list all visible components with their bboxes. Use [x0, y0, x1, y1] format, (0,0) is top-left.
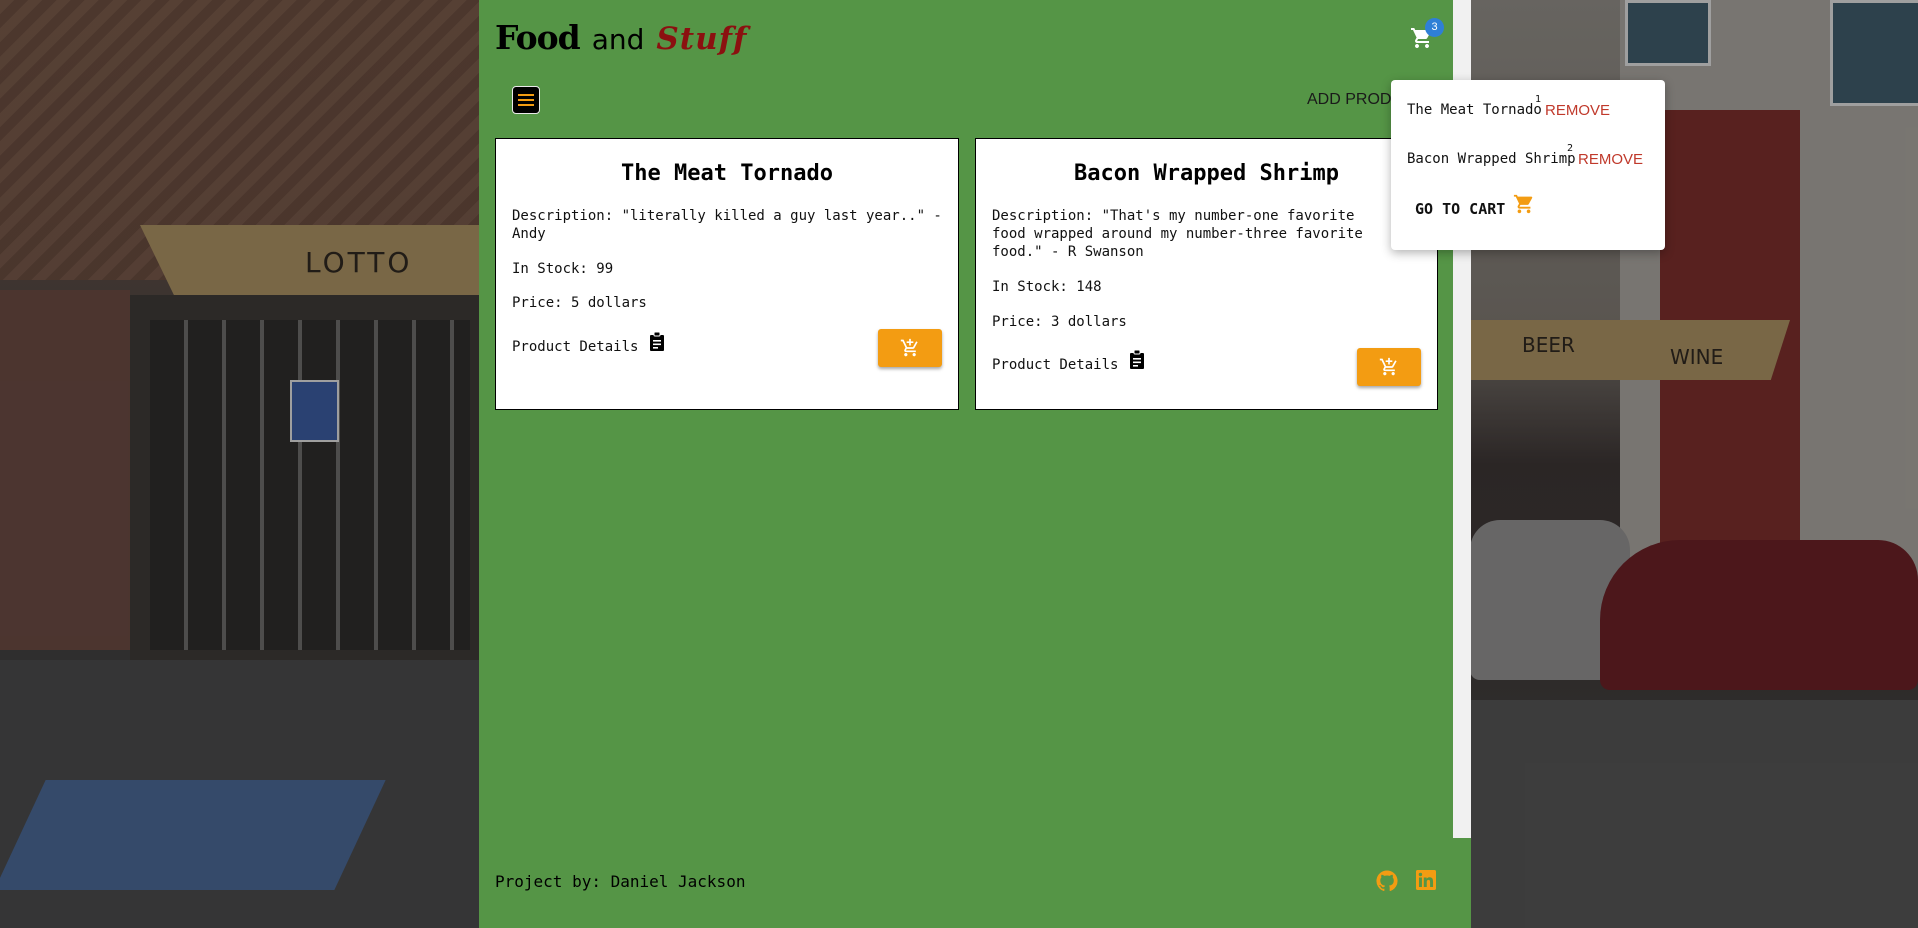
- product-details-link[interactable]: Product Details: [992, 347, 1146, 373]
- remove-item-button[interactable]: REMOVE: [1545, 102, 1610, 119]
- footer-credit: Project by: Daniel Jackson: [495, 872, 746, 891]
- product-card: Bacon Wrapped Shrimp Description: "That'…: [975, 138, 1438, 410]
- add-to-cart-button[interactable]: [1357, 348, 1421, 386]
- product-title: Bacon Wrapped Shrimp: [1074, 161, 1339, 186]
- clipboard-icon: [650, 332, 665, 351]
- logo-and: and: [591, 23, 645, 56]
- product-title: The Meat Tornado: [621, 161, 833, 186]
- remove-item-button[interactable]: REMOVE: [1578, 151, 1643, 168]
- add-to-cart-button[interactable]: [878, 329, 942, 367]
- cart-item-name: Bacon Wrapped Shrimp: [1407, 151, 1576, 167]
- site-logo[interactable]: Food and Stuff: [495, 18, 747, 58]
- product-price: Price: 3 dollars: [992, 314, 1127, 330]
- logo-food: Food: [495, 18, 581, 57]
- add-shopping-cart-icon: [900, 338, 918, 357]
- cart-item-name: The Meat Tornado: [1407, 102, 1542, 118]
- cart-item-quantity: 2: [1567, 143, 1574, 154]
- github-icon[interactable]: [1376, 870, 1398, 892]
- product-description: Description: "literally killed a guy las…: [512, 208, 942, 242]
- clipboard-icon: [1130, 350, 1145, 369]
- cart-count-badge: 3: [1425, 18, 1444, 37]
- add-shopping-cart-icon: [1379, 357, 1397, 376]
- product-description: Description: "That's my number-one favor…: [992, 208, 1363, 260]
- product-stock: In Stock: 148: [992, 279, 1102, 295]
- go-to-cart-label: GO TO CART: [1415, 200, 1506, 218]
- product-details-label: Product Details: [512, 339, 639, 355]
- product-details-link[interactable]: Product Details: [512, 329, 666, 355]
- product-price: Price: 5 dollars: [512, 295, 647, 311]
- menu-button[interactable]: [512, 86, 540, 114]
- product-card: The Meat Tornado Description: "literally…: [495, 138, 959, 410]
- cart-item-quantity: 1: [1535, 94, 1542, 105]
- go-to-cart-button[interactable]: GO TO CART: [1415, 194, 1535, 218]
- shopping-cart-icon: [1514, 194, 1533, 214]
- add-product-link[interactable]: ADD PRODU: [1307, 91, 1403, 109]
- hamburger-menu-icon: [518, 94, 534, 106]
- product-details-label: Product Details: [992, 357, 1119, 373]
- logo-stuff: Stuff: [656, 21, 748, 57]
- linkedin-icon[interactable]: [1416, 870, 1438, 892]
- cart-dropdown: The Meat Tornado 1 REMOVE Bacon Wrapped …: [1391, 80, 1665, 250]
- product-stock: In Stock: 99: [512, 261, 614, 277]
